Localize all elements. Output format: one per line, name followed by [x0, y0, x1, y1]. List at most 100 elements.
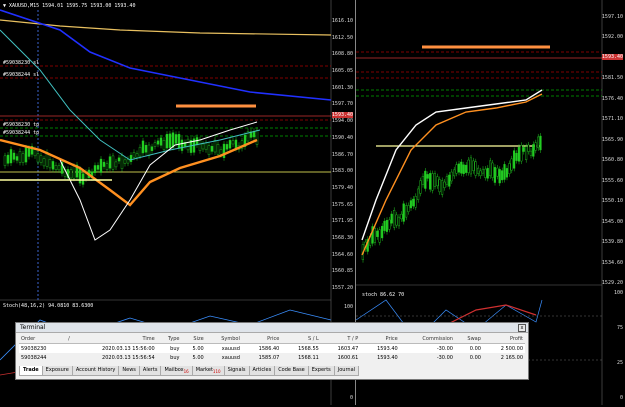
price-axis-label: 1590.40	[331, 134, 353, 141]
size-cell: 5.00	[192, 354, 204, 361]
current-price-cell: 1593.40	[360, 343, 400, 353]
tab-experts[interactable]: Experts	[307, 366, 335, 376]
candle-body	[503, 164, 506, 180]
moving-average-mid	[0, 29, 261, 161]
candle-body	[455, 164, 458, 174]
candle-body	[414, 196, 417, 208]
candle-body	[436, 176, 439, 187]
price-axis-label: 1581.50	[601, 75, 623, 82]
close-icon[interactable]: x	[518, 324, 526, 332]
candle-body	[120, 155, 124, 169]
candle-body	[393, 210, 396, 228]
column-header[interactable]: Profit	[482, 334, 525, 344]
tab-trade[interactable]: Trade	[19, 366, 43, 376]
price-axis-label: 1597.70	[331, 101, 353, 108]
candle-body	[508, 163, 511, 174]
candle-body	[255, 129, 259, 145]
candle-body	[421, 176, 424, 185]
candle-body	[512, 150, 516, 169]
candle-body	[228, 140, 232, 149]
column-header[interactable]: Swap	[454, 334, 483, 344]
column-header[interactable]: S / L	[281, 334, 321, 344]
terminal-window[interactable]: Terminal x Order / Time Type Size Symbol…	[15, 322, 529, 380]
table-row[interactable]: 59038230 2020.03.13 15:56:00 buy 5.00 xa…	[19, 343, 525, 353]
candle-body	[105, 163, 109, 170]
column-header[interactable]: Time	[89, 334, 157, 344]
tab-market[interactable]: Market110	[191, 366, 225, 376]
price-axis-label: 75	[616, 325, 623, 331]
candle-body	[159, 137, 163, 146]
column-header[interactable]: Order	[19, 334, 67, 344]
price-axis-label: 25	[616, 360, 623, 366]
tab-code-base[interactable]: Code Base	[274, 366, 309, 376]
candle-body	[462, 164, 465, 174]
price-cell: 1586.40	[241, 343, 282, 353]
column-header[interactable]: T / P	[320, 334, 361, 344]
candle-body	[476, 167, 480, 174]
candle-body	[42, 158, 46, 167]
tab-account-history[interactable]: Account History	[71, 366, 120, 376]
candle-body	[500, 170, 504, 181]
candle-body	[517, 147, 520, 162]
candle-body	[96, 165, 100, 170]
candle-body	[390, 213, 393, 224]
price-axis-label: 1571.95	[331, 218, 353, 225]
candle-body	[433, 173, 436, 187]
price-axis-label: 1586.70	[331, 151, 353, 158]
tab-alerts[interactable]: Alerts	[138, 366, 162, 376]
tab-journal[interactable]: Journal	[333, 366, 360, 376]
table-row[interactable]: 59038244 2020.03.13 15:56:54 buy 5.00 xa…	[19, 353, 525, 362]
column-header[interactable]: Commission	[399, 334, 455, 344]
column-header[interactable]: Symbol	[205, 334, 242, 344]
price-axis-label: 1568.30	[331, 234, 353, 241]
candle-body	[171, 132, 175, 148]
price-axis-label: 1612.50	[331, 34, 353, 41]
candle-body	[21, 153, 25, 163]
candle-body	[438, 179, 441, 193]
column-header[interactable]: Price	[360, 334, 400, 344]
candle-body	[24, 147, 28, 163]
candle-body	[225, 144, 229, 150]
price-axis-label: 1565.90	[601, 136, 623, 143]
symbol-cell: xauusd	[205, 343, 242, 353]
symbol-cell: xauusd	[221, 354, 240, 361]
candle-body	[15, 156, 19, 161]
candle-body	[114, 161, 118, 168]
bid-price-label: 1593.40	[331, 112, 353, 118]
column-header[interactable]: Size	[181, 334, 206, 344]
order-id-cell: 59038230	[19, 343, 67, 353]
column-header[interactable]: Price	[241, 334, 282, 344]
candle-body	[527, 144, 530, 152]
tab-mailbox[interactable]: Mailbox16	[160, 366, 193, 376]
candle-body	[216, 144, 220, 155]
tab-signals[interactable]: Signals	[223, 366, 250, 376]
candle-body	[417, 188, 420, 200]
column-header[interactable]: /	[66, 334, 90, 344]
tab-articles[interactable]: Articles	[248, 366, 276, 376]
price-axis-label: 1597.10	[601, 14, 623, 20]
candle-body	[207, 145, 211, 155]
order-label: #59038244 sl	[3, 72, 40, 78]
candle-body	[138, 147, 142, 157]
candle-body	[445, 176, 448, 185]
candle-body	[493, 167, 496, 183]
price-axis-label: 1534.60	[601, 259, 623, 266]
candle-body	[117, 157, 121, 162]
candle-body	[407, 205, 410, 212]
stoch-indicator-label: stoch 86.62 70	[362, 292, 405, 298]
moving-average-long	[0, 9, 332, 101]
price-axis-label: 1560.80	[601, 157, 623, 164]
candle-body	[496, 167, 499, 177]
price-axis-label: 0	[619, 395, 623, 401]
column-header[interactable]: Type	[156, 334, 182, 344]
candle-body	[72, 166, 76, 179]
tab-exposure[interactable]: Exposure	[41, 366, 73, 376]
candle-body	[373, 228, 376, 243]
price-axis-label: 1608.80	[331, 51, 353, 58]
candle-body	[397, 216, 400, 227]
candle-body	[515, 153, 518, 161]
price-axis-label: 1560.85	[331, 268, 353, 275]
tab-news[interactable]: News	[118, 366, 140, 376]
candle-body	[39, 155, 43, 163]
candle-body	[474, 161, 477, 176]
